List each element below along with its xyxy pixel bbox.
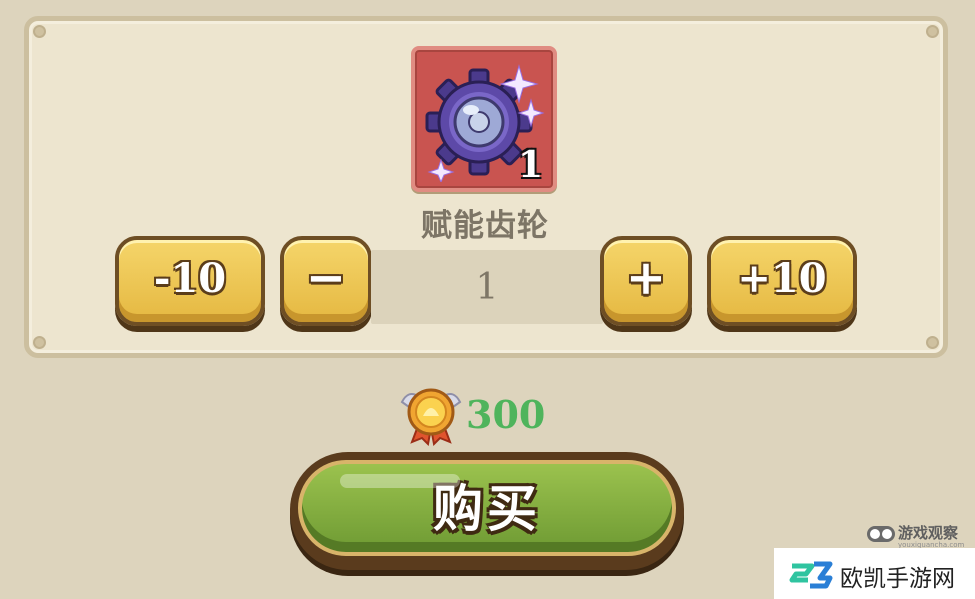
watermark-brand: 欧凯手游网 (840, 566, 955, 592)
item-count: 1 (517, 144, 543, 186)
buy-button-face: 购买 (298, 460, 676, 556)
price-row: 300 (398, 382, 558, 446)
watermark-text: 游戏观察 (898, 524, 959, 542)
watermark-youxiguancha: 游戏观察 youxiguancha.com (864, 518, 975, 552)
corner-rivet (33, 25, 46, 38)
quantity-value: 1 (475, 266, 499, 308)
plus-icon: + (625, 250, 667, 306)
watermark-okhsyw: 欧凯手游网 (774, 548, 975, 599)
corner-rivet (926, 336, 939, 349)
logo-icon (789, 561, 833, 589)
plus-10-button[interactable]: +10 (707, 236, 857, 326)
minus-button[interactable]: − (280, 236, 372, 326)
binoculars-icon (867, 526, 895, 542)
corner-rivet (33, 336, 46, 349)
minus-10-label: -10 (153, 254, 227, 302)
price-amount: 300 (466, 392, 546, 437)
plus-button[interactable]: + (600, 236, 692, 326)
minus-icon: − (305, 250, 347, 306)
item-icon-frame: 1 (411, 46, 557, 192)
gold-medal-icon (400, 388, 462, 446)
minus-10-button[interactable]: -10 (115, 236, 265, 326)
plus-10-label: +10 (737, 254, 827, 302)
corner-rivet (926, 25, 939, 38)
item-name: 赋能齿轮 (421, 208, 549, 244)
quantity-field[interactable]: 1 (371, 250, 603, 324)
buy-button[interactable]: 购买 (290, 452, 684, 570)
button-highlight (340, 474, 460, 488)
